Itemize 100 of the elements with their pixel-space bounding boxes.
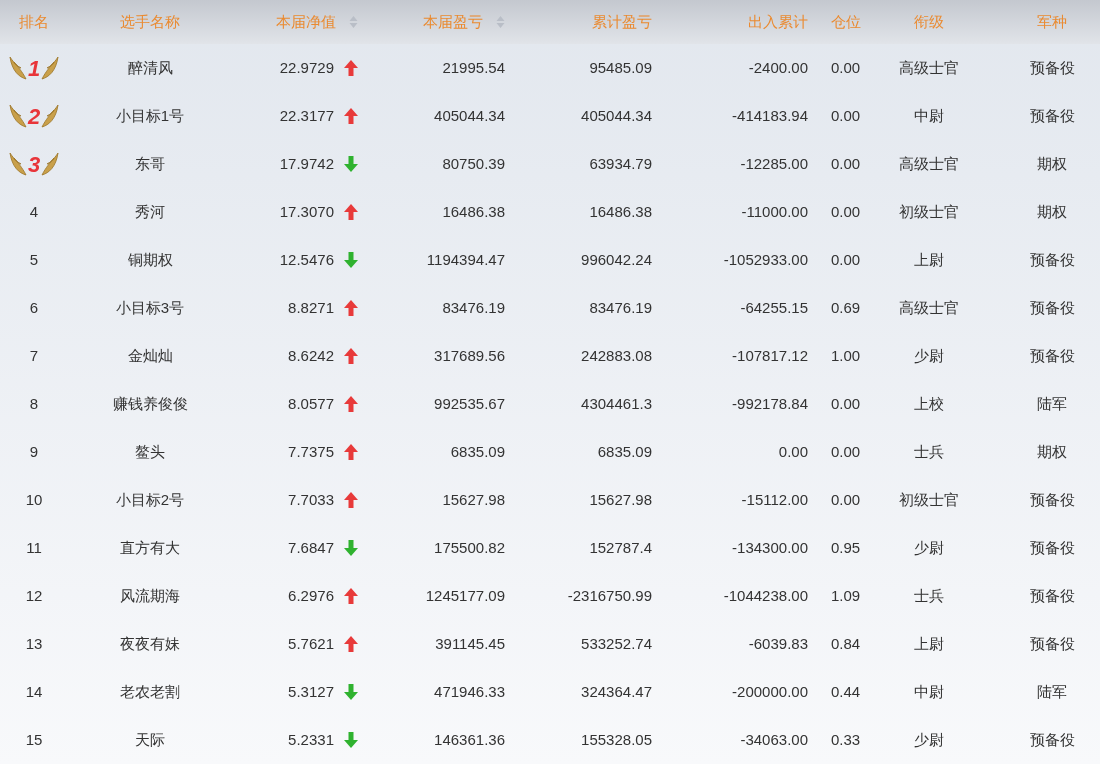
table-cell-text: 上校 [914, 393, 944, 414]
table-cell-text: 0.00 [830, 489, 861, 510]
table-cell-text: 鳌头 [135, 441, 165, 462]
table-cell-text: 6835.09 [450, 441, 505, 462]
rank-medal: 2 [8, 99, 60, 133]
table-cell-text: 80750.39 [442, 153, 505, 174]
wing-icon [41, 103, 60, 129]
table-cell-text: 1.00 [830, 345, 861, 366]
wing-icon [8, 55, 27, 81]
column-header[interactable]: 本届净值 [276, 10, 336, 34]
column-header[interactable]: 本届盈亏 [423, 10, 483, 34]
table-cell-text: 63934.79 [589, 153, 652, 174]
table-cell-text: 老农老割 [120, 681, 180, 702]
table-cell-text: 155328.05 [581, 729, 652, 750]
table-cell-text: 992535.67 [434, 393, 505, 414]
rank-medal: 1 [8, 51, 60, 85]
table-cell-text: 0.00 [830, 249, 861, 270]
table-cell-text: 12.5476 [279, 249, 334, 270]
table-cell-text: 陆军 [1037, 393, 1067, 414]
wing-icon [41, 151, 60, 177]
table-cell-text: 士兵 [914, 585, 944, 606]
table-cell-text: 8.8271 [288, 297, 334, 318]
column-header: 军种 [1037, 11, 1067, 32]
table-cell-text: 期权 [1037, 441, 1067, 462]
table-cell-text: 小目标3号 [115, 297, 185, 318]
table-cell-text: 0.44 [830, 681, 861, 702]
table-cell-text: -34063.00 [740, 729, 808, 750]
table-cell-text: 5 [29, 249, 39, 270]
table-cell-text: 0.69 [830, 297, 861, 318]
table-cell-text: 83476.19 [589, 297, 652, 318]
table-cell-text: 14 [25, 681, 43, 702]
table-cell-text: 期权 [1037, 153, 1067, 174]
table-cell-text: 95485.09 [589, 57, 652, 78]
table-cell-text: 7.6847 [288, 537, 334, 558]
sort-icon[interactable] [349, 15, 358, 29]
table-cell-text: -15112.00 [741, 489, 808, 510]
table-cell-text: 405044.34 [434, 105, 505, 126]
table-cell-text: -1052933.00 [723, 249, 808, 270]
table-cell-text: 9 [29, 441, 39, 462]
table-cell-text: 直方有大 [120, 537, 180, 558]
table-cell-text: 21995.54 [442, 57, 505, 78]
table-cell-text: 6.2976 [288, 585, 334, 606]
column-header: 累计盈亏 [592, 11, 652, 32]
table-cell-text: -414183.94 [732, 105, 808, 126]
table-cell-text: 0.00 [830, 57, 861, 78]
table-cell-text: 152787.4 [589, 537, 652, 558]
table-cell-text: 小目标2号 [115, 489, 185, 510]
table-cell-text: 1.09 [830, 585, 861, 606]
wing-icon [8, 151, 27, 177]
table-cell-text: 17.3070 [279, 201, 334, 222]
table-cell-text: 324364.47 [581, 681, 652, 702]
table-cell-text: -2316750.99 [567, 585, 652, 606]
table-cell-text: 预备役 [1029, 345, 1075, 366]
table-cell-text: 13 [25, 633, 43, 654]
table-cell-text: 士兵 [914, 441, 944, 462]
table-cell-text: 0.00 [830, 105, 861, 126]
column-header: 选手名称 [120, 11, 180, 32]
table-cell-text: 高级士官 [899, 57, 959, 78]
table-cell-text: 上尉 [914, 249, 944, 270]
table-cell-text: -2400.00 [748, 57, 808, 78]
table-cell-text: 10 [25, 489, 43, 510]
table-cell-text: 16486.38 [442, 201, 505, 222]
table-cell-text: 8.0577 [288, 393, 334, 414]
table-cell-text: 预备役 [1029, 105, 1075, 126]
wing-icon [8, 103, 27, 129]
table-cell-text: 0.33 [830, 729, 861, 750]
table-cell-text: 0.00 [830, 393, 861, 414]
table-cell-text: 0.84 [830, 633, 861, 654]
column-header: 排名 [19, 11, 49, 32]
table-cell-text: 0.95 [830, 537, 861, 558]
table-cell-text: 6 [29, 297, 39, 318]
table-cell-text: 5.2331 [288, 729, 334, 750]
table-cell-text: 天际 [135, 729, 165, 750]
column-header: 出入累计 [748, 11, 808, 32]
table-cell-text: 初级士官 [899, 201, 959, 222]
table-cell-text: 8 [29, 393, 39, 414]
table-cell-text: 175500.82 [434, 537, 505, 558]
table-cell-text: 4 [29, 201, 39, 222]
table-cell-text: 初级士官 [899, 489, 959, 510]
column-header: 衔级 [914, 11, 944, 32]
table-cell-text: 0.00 [830, 153, 861, 174]
sort-icon[interactable] [496, 15, 505, 29]
table-cell-text: 7.7033 [288, 489, 334, 510]
table-cell-text: 8.6242 [288, 345, 334, 366]
table-cell-text: 16486.38 [589, 201, 652, 222]
table-cell-text: 预备役 [1029, 249, 1075, 270]
table-cell-text: 317689.56 [434, 345, 505, 366]
table-cell-text: 242883.08 [581, 345, 652, 366]
table-cell-text: 4304461.3 [581, 393, 652, 414]
table-cell-text: 7 [29, 345, 39, 366]
table-cell-text: 赚钱养俊俊 [112, 393, 188, 414]
table-cell-text: 铜期权 [127, 249, 173, 270]
table-cell-text: 东哥 [135, 153, 165, 174]
table-cell-text: 996042.24 [581, 249, 652, 270]
table-cell-text: 预备役 [1029, 537, 1075, 558]
table-cell-text: 预备役 [1029, 585, 1075, 606]
table-cell-text: 5.3127 [288, 681, 334, 702]
table-cell-text: -64255.15 [740, 297, 808, 318]
table-cell-text: -6039.83 [748, 633, 808, 654]
table-cell-text: 中尉 [914, 681, 944, 702]
